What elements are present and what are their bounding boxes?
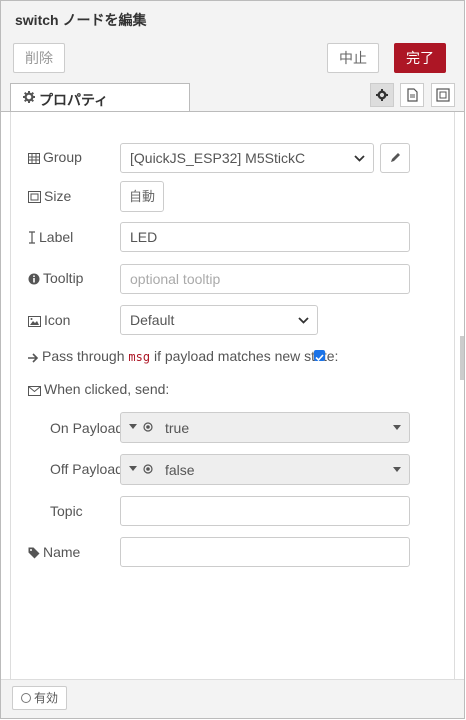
caret-down-icon: [393, 425, 401, 430]
passthrough-suffix: if payload matches new state:: [153, 348, 339, 364]
tag-icon: [28, 547, 40, 559]
image-icon: [28, 316, 41, 327]
name-label: Name: [43, 544, 81, 560]
on-payload-typed-input[interactable]: true: [120, 412, 410, 443]
caret-down-icon: [393, 467, 401, 472]
enabled-label: 有効: [34, 691, 59, 705]
icon-select[interactable]: Default: [120, 305, 318, 335]
check-icon: [315, 354, 324, 362]
icon-row-label: Icon: [28, 312, 70, 328]
tooltip-row-label: Tooltip: [28, 270, 83, 286]
boolean-icon: [143, 464, 153, 474]
gear-icon: [23, 91, 35, 103]
name-input[interactable]: [120, 537, 410, 567]
on-payload-label: On Payload: [50, 420, 124, 436]
frame-icon: [28, 191, 41, 203]
circle-icon: [21, 693, 31, 703]
label-row-label: Label: [28, 229, 73, 245]
tab-properties[interactable]: プロパティ: [10, 83, 190, 111]
size-row-label: Size: [28, 188, 71, 204]
boolean-icon: [143, 422, 153, 432]
passthrough-row: Pass through msg if payload matches new …: [28, 348, 338, 364]
passthrough-prefix: Pass through: [42, 348, 125, 364]
size-button[interactable]: 自動: [120, 181, 164, 212]
tray-footer: 有効: [1, 679, 464, 718]
pencil-icon: [391, 153, 400, 162]
name-row-label: Name: [28, 544, 80, 560]
tooltip-label: Tooltip: [43, 270, 84, 286]
icon-value: Default: [130, 312, 175, 328]
settings-tab-button[interactable]: [370, 83, 394, 107]
table-icon: [28, 153, 40, 164]
gear-icon: [376, 89, 388, 101]
on-payload-value: true: [165, 420, 190, 436]
group-label: Group: [43, 149, 82, 165]
tooltip-input[interactable]: optional tooltip: [120, 264, 410, 294]
topic-label: Topic: [50, 503, 83, 519]
off-payload-value: false: [165, 462, 195, 478]
delete-button[interactable]: 削除: [13, 43, 65, 73]
edit-group-button[interactable]: [380, 143, 410, 173]
when-clicked-row: When clicked, send:: [28, 381, 169, 397]
frame-icon: [436, 88, 450, 102]
passthrough-checkbox[interactable]: [314, 350, 325, 362]
text-cursor-icon: [29, 231, 35, 244]
appearance-tab-button[interactable]: [431, 83, 455, 107]
caret-down-icon: [129, 424, 137, 429]
icon-label: Icon: [44, 312, 71, 328]
envelope-icon: [28, 386, 41, 396]
group-value: [QuickJS_ESP32] M5StickC: [130, 150, 306, 166]
edit-tray: switch ノードを編集 削除 中止 完了 プロパティ Group [Quic…: [0, 0, 465, 719]
arrow-right-icon: [28, 353, 39, 363]
cancel-button[interactable]: 中止: [327, 43, 379, 73]
tab-bar: プロパティ: [1, 79, 464, 112]
group-row-label: Group: [28, 149, 82, 165]
enabled-toggle[interactable]: 有効: [12, 686, 67, 710]
when-clicked-label: When clicked, send:: [44, 381, 170, 397]
label-label: Label: [39, 229, 74, 245]
tray-header: switch ノードを編集: [1, 1, 464, 38]
tab-properties-label: プロパティ: [39, 92, 109, 108]
size-label: Size: [44, 188, 72, 204]
chevron-down-icon: [354, 155, 365, 162]
off-payload-label: Off Payload: [50, 461, 123, 477]
resize-handle[interactable]: [460, 336, 464, 380]
caret-down-icon: [129, 466, 137, 471]
tray-toolbar: 削除 中止 完了: [1, 37, 464, 79]
description-tab-button[interactable]: [400, 83, 424, 107]
passthrough-code: msg: [128, 350, 151, 364]
document-icon: [407, 88, 418, 102]
label-input[interactable]: LED: [120, 222, 410, 252]
topic-input[interactable]: [120, 496, 410, 526]
chevron-down-icon: [298, 317, 309, 324]
done-button[interactable]: 完了: [394, 43, 446, 73]
info-circle-icon: [28, 273, 40, 285]
off-payload-typed-input[interactable]: false: [120, 454, 410, 485]
group-select[interactable]: [QuickJS_ESP32] M5StickC: [120, 143, 374, 173]
tray-title: switch ノードを編集: [15, 12, 147, 28]
